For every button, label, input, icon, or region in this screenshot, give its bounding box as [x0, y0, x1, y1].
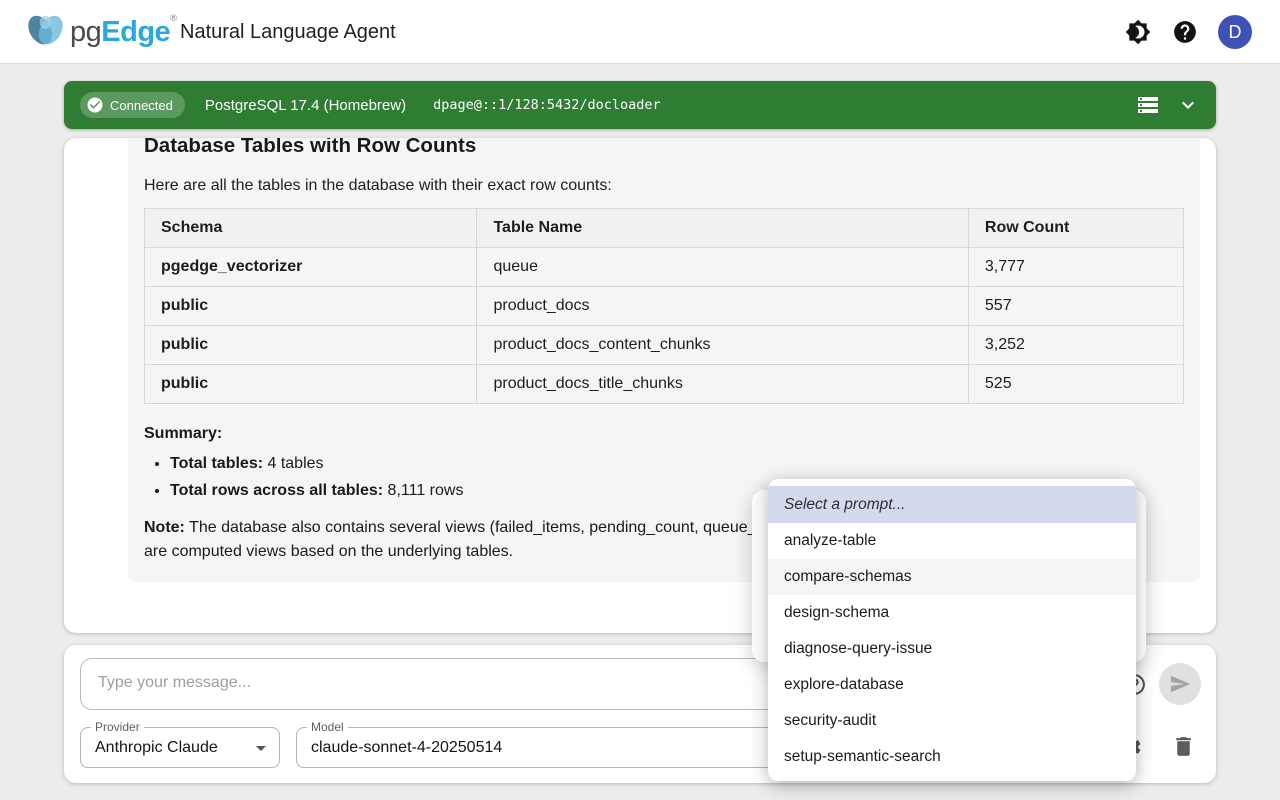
- user-avatar[interactable]: D: [1218, 15, 1252, 49]
- table-name-cell: product_docs_content_chunks: [477, 326, 968, 365]
- table-row: public product_docs 557: [145, 287, 1184, 326]
- db-tables-table: Schema Table Name Row Count pgedge_vecto…: [144, 208, 1184, 404]
- schema-cell: public: [145, 326, 477, 365]
- help-icon[interactable]: [1172, 19, 1198, 45]
- row-count-cell: 557: [968, 287, 1183, 326]
- prompt-option[interactable]: explore-database: [768, 667, 1136, 703]
- connection-status-badge: Connected: [80, 92, 185, 118]
- provider-select[interactable]: Provider Anthropic Claude: [80, 727, 280, 768]
- prompt-option[interactable]: diagnose-query-issue: [768, 631, 1136, 667]
- theme-toggle-icon[interactable]: [1125, 19, 1151, 45]
- prompt-option[interactable]: design-schema: [768, 595, 1136, 631]
- prompt-option-placeholder[interactable]: Select a prompt...: [768, 486, 1136, 523]
- message-input-placeholder: Type your message...: [98, 674, 251, 692]
- page-title: Natural Language Agent: [180, 0, 396, 64]
- provider-value: Anthropic Claude: [95, 728, 218, 767]
- table-name-cell: product_docs: [477, 287, 968, 326]
- schema-cell: public: [145, 287, 477, 326]
- chevron-down-icon[interactable]: [1176, 93, 1200, 117]
- column-header: Row Count: [968, 209, 1183, 248]
- trash-icon[interactable]: [1171, 734, 1196, 759]
- connection-status-label: Connected: [110, 98, 173, 113]
- message-intro: Here are all the tables in the database …: [144, 177, 1184, 195]
- table-name-cell: product_docs_title_chunks: [477, 365, 968, 404]
- row-count-cell: 525: [968, 365, 1183, 404]
- dropdown-arrow-icon: [249, 736, 273, 760]
- column-header: Schema: [145, 209, 477, 248]
- pgedge-logo-icon: [22, 9, 68, 55]
- row-count-cell: 3,252: [968, 326, 1183, 365]
- schema-cell: pgedge_vectorizer: [145, 248, 477, 287]
- table-row: pgedge_vectorizer queue 3,777: [145, 248, 1184, 287]
- column-header: Table Name: [477, 209, 968, 248]
- server-version-label: PostgreSQL 17.4 (Homebrew): [205, 97, 406, 114]
- pgedge-logo-text: pgEdge®: [70, 13, 176, 49]
- row-count-cell: 3,777: [968, 248, 1183, 287]
- server-list-icon[interactable]: [1136, 93, 1160, 117]
- table-row: public product_docs_title_chunks 525: [145, 365, 1184, 404]
- send-icon: [1169, 673, 1191, 695]
- schema-cell: public: [145, 365, 477, 404]
- connection-string: dpage@::1/128:5432/docloader: [433, 97, 661, 113]
- prompt-dropdown: Select a prompt... analyze-table compare…: [768, 479, 1136, 781]
- connection-bar: Connected PostgreSQL 17.4 (Homebrew) dpa…: [64, 81, 1216, 129]
- model-value: claude-sonnet-4-20250514: [311, 728, 502, 767]
- prompt-option[interactable]: security-audit: [768, 703, 1136, 739]
- prompt-option[interactable]: compare-schemas: [768, 559, 1136, 595]
- table-header-row: Schema Table Name Row Count: [145, 209, 1184, 248]
- check-circle-icon: [86, 96, 104, 114]
- app-header: pgEdge® Natural Language Agent D: [0, 0, 1280, 64]
- prompt-option[interactable]: setup-semantic-search: [768, 739, 1136, 775]
- summary-item: Total tables: 4 tables: [170, 455, 1184, 473]
- summary-heading: Summary:: [144, 425, 1184, 443]
- send-button[interactable]: [1159, 663, 1201, 705]
- table-name-cell: queue: [477, 248, 968, 287]
- message-heading: Database Tables with Row Counts: [144, 138, 1184, 158]
- table-row: public product_docs_content_chunks 3,252: [145, 326, 1184, 365]
- prompt-option[interactable]: analyze-table: [768, 523, 1136, 559]
